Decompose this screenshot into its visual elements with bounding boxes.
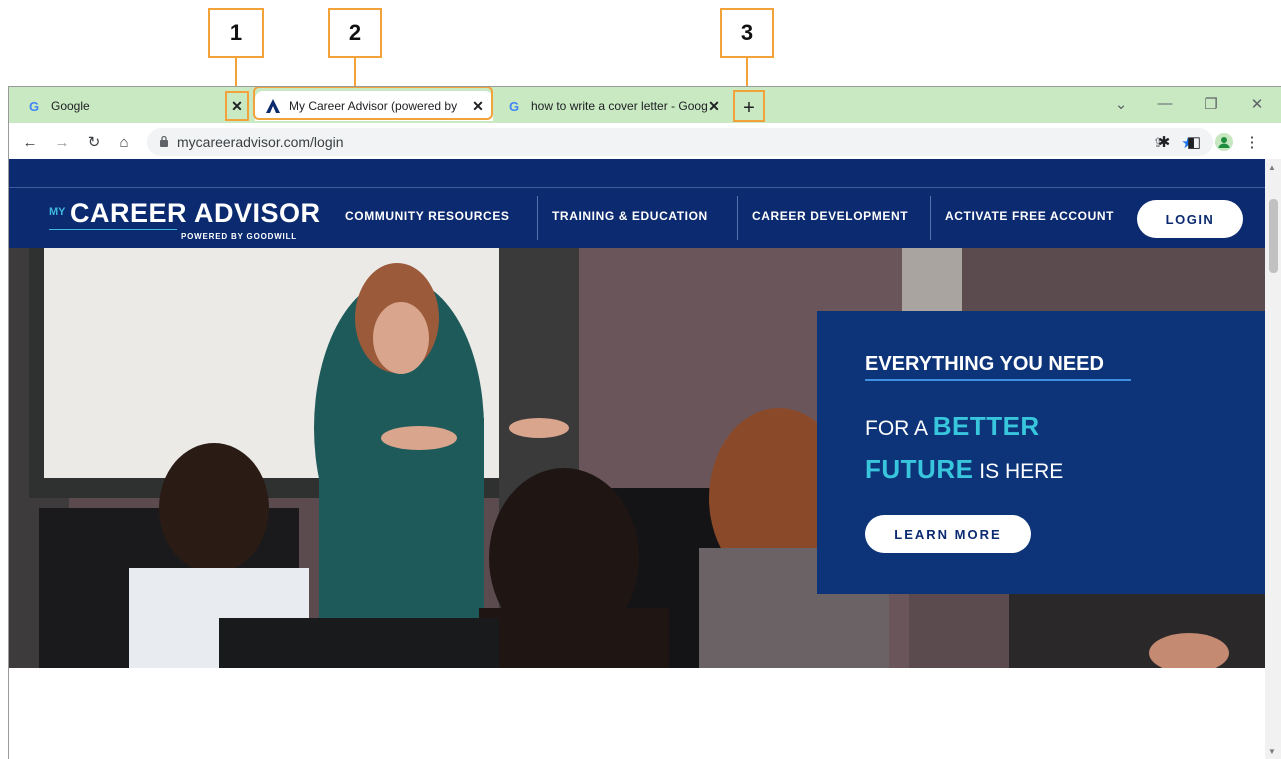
callout-3-highlight <box>733 90 765 122</box>
callout-1-highlight <box>225 91 249 121</box>
nav-training-education[interactable]: TRAINING & EDUCATION <box>552 209 708 223</box>
home-icon[interactable]: ⌂ <box>113 131 135 153</box>
nav-separator <box>537 196 538 240</box>
nav-community-resources[interactable]: COMMUNITY RESOURCES <box>345 209 510 223</box>
learn-more-button[interactable]: LEARN MORE <box>865 515 1031 553</box>
google-g-icon: G <box>507 98 523 114</box>
hero-line-3: FUTURE IS HERE <box>865 454 1064 484</box>
tab-title: how to write a cover letter - Google Sea… <box>531 99 707 113</box>
callout-1-leader <box>235 58 237 86</box>
browser-window: G Google ✕ My Career Advisor (powered by… <box>8 86 1281 759</box>
url-text: mycareeradvisor.com/login <box>177 134 344 150</box>
logo-name: CAREER ADVISOR <box>69 198 321 228</box>
logo-prefix: MY <box>49 206 66 218</box>
tab-google[interactable]: G Google <box>17 91 257 121</box>
scroll-thumb[interactable] <box>1269 199 1278 273</box>
callout-2-highlight <box>253 87 493 120</box>
restore-icon[interactable]: ❐ <box>1199 95 1223 113</box>
hero-headline-underline <box>865 379 1131 381</box>
page-scrollbar[interactable]: ▲ ▼ <box>1265 159 1281 759</box>
site-navbar: MY CAREER ADVISOR POWERED BY GOODWILL CO… <box>9 188 1265 248</box>
logo-underline <box>49 229 177 230</box>
back-arrow-icon[interactable]: ← <box>19 131 41 153</box>
callout-3: 3 <box>720 8 774 58</box>
reload-icon[interactable]: ↻ <box>83 131 105 153</box>
login-button[interactable]: LOGIN <box>1137 200 1243 238</box>
svg-text:G: G <box>29 99 39 113</box>
tab-strip: G Google ✕ My Career Advisor (powered by… <box>9 87 1281 123</box>
tab-cover-letter-search[interactable]: G how to write a cover letter - Google S… <box>497 91 727 121</box>
callout-2: 2 <box>328 8 382 58</box>
minimize-icon[interactable]: — <box>1153 95 1177 112</box>
google-g-icon: G <box>27 98 43 114</box>
window-close-icon[interactable]: ✕ <box>1245 95 1269 113</box>
nav-separator <box>930 196 931 240</box>
hero-banner: EVERYTHING YOU NEED FOR A BETTER FUTURE … <box>9 248 1265 668</box>
site-logo[interactable]: MY CAREER ADVISOR POWERED BY GOODWILL <box>49 198 321 241</box>
callout-2-leader <box>354 58 356 86</box>
hero-headline: EVERYTHING YOU NEED <box>865 353 1104 375</box>
tab-search-dropdown-icon[interactable]: ⌄ <box>1109 95 1133 113</box>
forward-arrow-icon[interactable]: → <box>51 131 73 153</box>
side-panel-icon[interactable]: ◧ <box>1183 131 1205 153</box>
page-viewport: MY CAREER ADVISOR POWERED BY GOODWILL CO… <box>9 159 1265 759</box>
extensions-puzzle-icon[interactable]: ✱ <box>1153 131 1175 153</box>
scroll-up-icon[interactable]: ▲ <box>1268 163 1276 172</box>
tab-title: Google <box>51 99 90 113</box>
hero-line-2: FOR A BETTER <box>865 411 1040 441</box>
profile-avatar-icon[interactable] <box>1213 131 1235 153</box>
nav-career-development[interactable]: CAREER DEVELOPMENT <box>752 209 908 223</box>
lock-icon <box>159 135 169 150</box>
hero-promo-panel: EVERYTHING YOU NEED FOR A BETTER FUTURE … <box>817 311 1265 594</box>
nav-activate-free-account[interactable]: ACTIVATE FREE ACCOUNT <box>945 209 1114 223</box>
callout-1: 1 <box>208 8 264 58</box>
browser-toolbar: ← → ↻ ⌂ mycareeradvisor.com/login ⇪ ★ ✱ … <box>9 123 1281 159</box>
nav-separator <box>737 196 738 240</box>
svg-text:G: G <box>509 99 519 113</box>
site-top-band <box>9 159 1265 188</box>
scroll-down-icon[interactable]: ▼ <box>1268 747 1276 756</box>
logo-tagline: POWERED BY GOODWILL <box>181 232 297 241</box>
tab-search-close-icon[interactable]: ✕ <box>705 97 723 115</box>
address-bar[interactable]: mycareeradvisor.com/login ⇪ ★ <box>147 128 1213 156</box>
menu-kebab-icon[interactable]: ⋮ <box>1241 131 1263 153</box>
